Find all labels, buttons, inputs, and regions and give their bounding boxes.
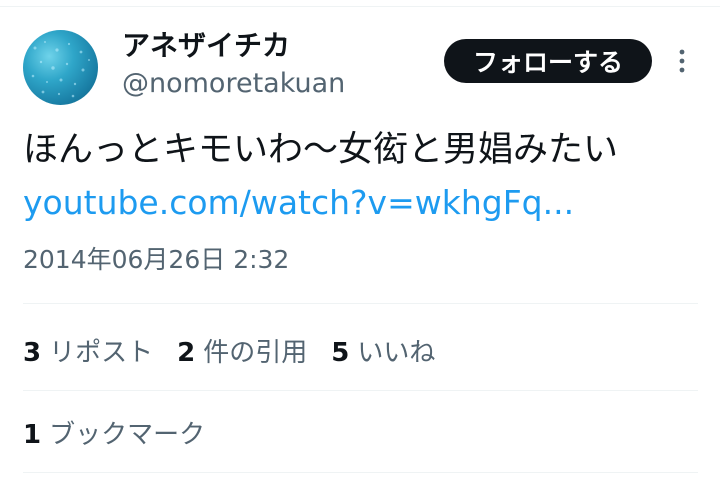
quote-count: 2 <box>177 337 196 368</box>
user-info: アネザイチカ @nomoretakuan <box>122 28 345 102</box>
bookmark-stat[interactable]: 1 ブックマーク <box>23 414 205 451</box>
follow-button[interactable]: フォローする <box>444 39 652 83</box>
divider <box>23 303 698 304</box>
bookmark-label: ブックマーク <box>49 419 206 450</box>
more-button[interactable] <box>668 44 696 78</box>
repost-count: 3 <box>23 337 42 368</box>
user-handle[interactable]: @nomoretakuan <box>122 66 345 102</box>
like-label: いいね <box>357 337 436 368</box>
like-count: 5 <box>331 337 350 368</box>
bookmark-stat-row: 1 ブックマーク <box>23 412 229 452</box>
bookmark-count: 1 <box>23 419 42 450</box>
top-divider <box>0 6 720 7</box>
repost-label: リポスト <box>49 337 154 368</box>
tweet-timestamp[interactable]: 2014年06月26日 2:32 <box>23 242 289 278</box>
avatar[interactable] <box>23 30 98 105</box>
tweet-text: ほんっとキモいわ〜女衒と男娼みたい <box>23 130 619 170</box>
engagement-stats: 3 リポスト 2 件の引用 5 いいね <box>23 330 459 370</box>
quote-label: 件の引用 <box>203 337 308 368</box>
display-name[interactable]: アネザイチカ <box>122 28 345 64</box>
quote-stat[interactable]: 2 件の引用 <box>177 332 307 369</box>
divider <box>23 390 698 391</box>
avatar-image <box>31 41 90 98</box>
tweet-link[interactable]: youtube.com/watch?v=wkhgFq... <box>23 180 574 226</box>
like-stat[interactable]: 5 いいね <box>331 332 435 369</box>
repost-stat[interactable]: 3 リポスト <box>23 332 153 369</box>
divider <box>23 472 698 473</box>
more-vertical-icon <box>679 49 685 73</box>
